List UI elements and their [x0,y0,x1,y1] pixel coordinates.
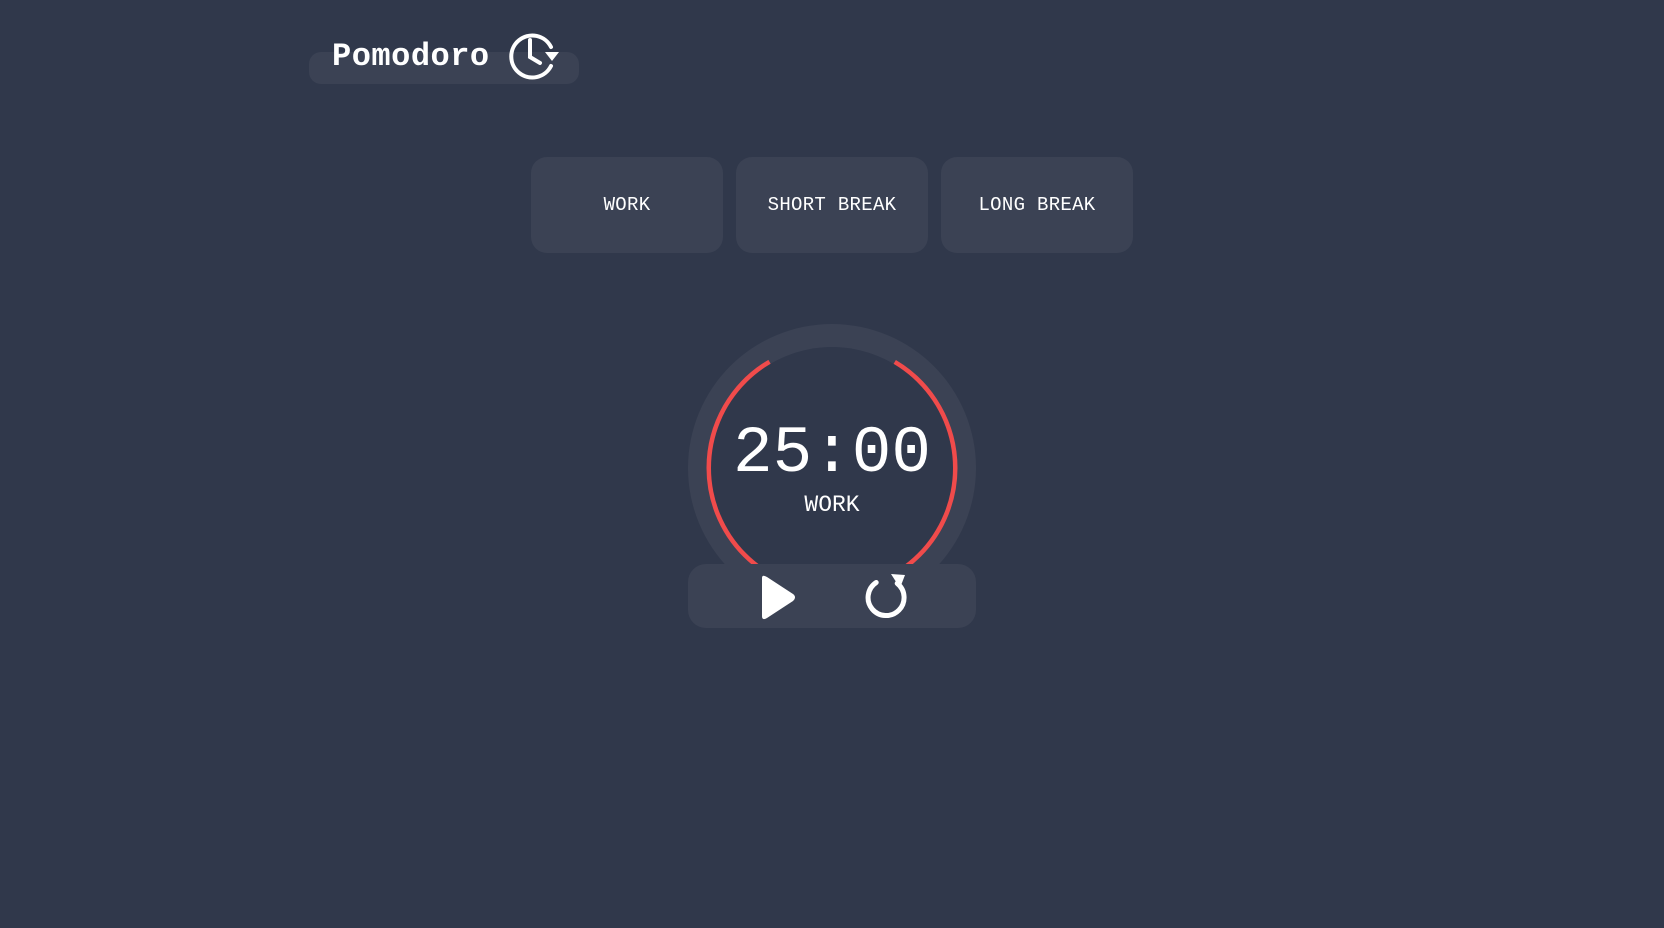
long-break-mode-button[interactable]: LONG BREAK [941,157,1133,253]
reset-button[interactable] [860,570,914,624]
play-button[interactable] [748,570,802,624]
reset-icon [865,574,907,619]
session-label: WORK [804,492,860,518]
controls-bar [688,564,976,628]
short-break-mode-button[interactable]: SHORT BREAK [736,157,928,253]
mode-selector: WORK SHORT BREAK LONG BREAK [531,157,1134,253]
work-mode-button[interactable]: WORK [531,157,723,253]
app-title: Pomodoro [332,38,490,75]
time-remaining: 25:00 [732,416,932,491]
play-icon [762,575,795,620]
clock-history-icon[interactable] [507,30,561,82]
pomodoro-app: Pomodoro WORK SHORT BREAK LONG BREAK 25:… [0,0,1664,928]
